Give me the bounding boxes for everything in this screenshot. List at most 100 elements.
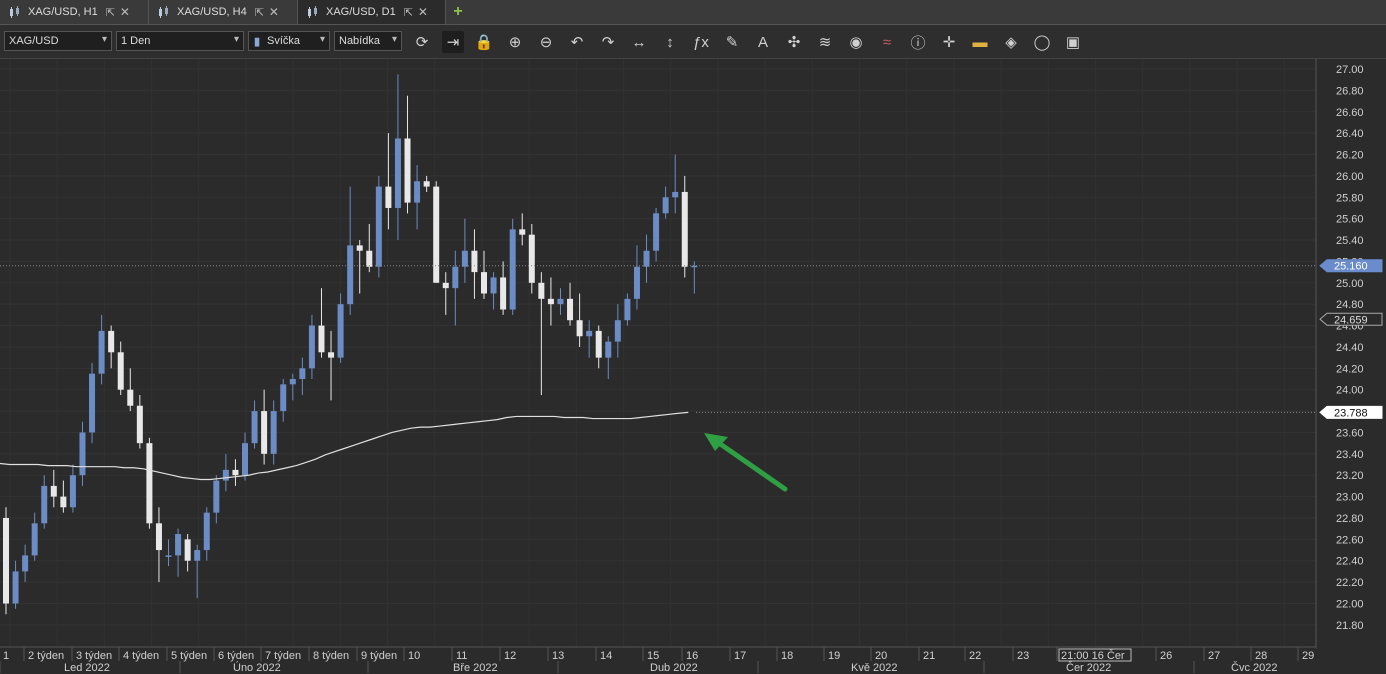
- candle[interactable]: [509, 218, 516, 315]
- candle-body: [98, 330, 105, 374]
- candle-body: [356, 245, 363, 251]
- time-tick-label: 16: [686, 650, 698, 662]
- price-label-blue: 25.160: [1319, 259, 1383, 273]
- time-tick-label: 4 týden: [123, 650, 159, 662]
- tab-label: XAG/USD, H1: [28, 6, 98, 18]
- chart-tab[interactable]: XAG/USD, H1 ⇱ ✕: [0, 0, 149, 24]
- eye-icon[interactable]: ◉: [845, 31, 867, 53]
- price-tick-label: 25.80: [1336, 192, 1364, 204]
- lock-icon[interactable]: 🔒: [473, 31, 495, 53]
- candle[interactable]: [146, 437, 153, 529]
- price-tick-label: 26.00: [1336, 171, 1364, 183]
- time-tick-label: 3 týden: [76, 650, 112, 662]
- close-icon[interactable]: ✕: [269, 5, 279, 19]
- chart-tab[interactable]: XAG/USD, D1 ⇱ ✕: [298, 0, 446, 24]
- detach-icon[interactable]: ⇱: [255, 6, 264, 19]
- time-tick-label: 17: [734, 650, 746, 662]
- candle-body: [404, 138, 411, 203]
- chart-tab[interactable]: XAG/USD, H4 ⇱ ✕: [149, 0, 298, 24]
- candle-body: [576, 320, 583, 337]
- detach-icon[interactable]: ⇱: [106, 6, 115, 19]
- month-label: Bře 2022: [453, 662, 498, 674]
- time-tick-label: 5 týden: [171, 650, 207, 662]
- period-value: 1 Den: [121, 35, 151, 47]
- candle-body: [318, 325, 325, 353]
- time-tick-label: 14: [600, 650, 612, 662]
- candle[interactable]: [3, 507, 9, 615]
- symbol-value: XAG/USD: [9, 35, 59, 47]
- layers-icon[interactable]: ≋: [814, 31, 836, 53]
- candle-body: [633, 266, 640, 299]
- candle-body: [31, 523, 38, 556]
- candle-body: [270, 411, 277, 454]
- time-tick-label: 21: [923, 650, 935, 662]
- candle-body: [184, 539, 191, 561]
- chart-type-select[interactable]: ▮ Svíčka ▾: [248, 31, 330, 51]
- pencil-icon[interactable]: ✎: [721, 31, 743, 53]
- candle-body: [643, 250, 650, 267]
- detach-icon[interactable]: ⇱: [404, 6, 413, 19]
- price-chart[interactable]: 27.00 26.80 26.60 26.40 26.20 26.00 25.80 25.60…: [0, 59, 1386, 674]
- candle-body: [452, 266, 459, 289]
- menu-select[interactable]: Nabídka ▾: [334, 31, 402, 51]
- add-tab-icon[interactable]: +: [446, 0, 470, 24]
- undo-icon[interactable]: ↶: [566, 31, 588, 53]
- symbol-select[interactable]: XAG/USD ▾: [4, 31, 112, 51]
- price-tick-label: 23.40: [1336, 449, 1364, 461]
- candle-body: [519, 229, 526, 235]
- period-select[interactable]: 1 Den ▾: [116, 31, 244, 51]
- candle-body: [251, 411, 258, 444]
- tab-list: XAG/USD, H1 ⇱ ✕ XAG/USD, H4 ⇱ ✕ XAG/USD, D1 ⇱ ✕: [0, 0, 446, 24]
- candle-body: [242, 443, 248, 476]
- candle-body: [117, 352, 124, 390]
- indicators-icon[interactable]: ƒx: [690, 31, 712, 53]
- candle-body: [127, 389, 134, 406]
- text-icon[interactable]: A: [752, 31, 774, 53]
- candle-body: [414, 181, 421, 203]
- candle-body: [442, 282, 449, 289]
- candle-body: [328, 352, 335, 358]
- price-tick-label: 23.20: [1336, 470, 1364, 482]
- chevron-down-icon: ▾: [391, 34, 397, 45]
- chart-type-value: Svíčka: [267, 35, 301, 47]
- price-tick-label: 26.40: [1336, 128, 1364, 140]
- horizontal-scale-icon[interactable]: ↔: [628, 31, 650, 53]
- candle-body: [60, 496, 67, 508]
- close-icon[interactable]: ✕: [418, 5, 428, 19]
- chevron-down-icon: ▾: [101, 34, 107, 45]
- colors-icon[interactable]: ▬: [969, 31, 991, 53]
- candle[interactable]: [433, 181, 440, 283]
- refresh-icon[interactable]: ⟳: [411, 31, 433, 53]
- zoom-in-icon[interactable]: ⊕: [504, 31, 526, 53]
- candle-body: [586, 330, 593, 337]
- chevron-down-icon: ▾: [319, 34, 325, 45]
- objects-icon[interactable]: ✣: [783, 31, 805, 53]
- candle[interactable]: [375, 175, 382, 278]
- candle-body: [222, 469, 229, 481]
- candle-body: [108, 330, 115, 353]
- candle-body: [528, 234, 535, 283]
- info-icon[interactable]: ⓘ: [907, 31, 929, 53]
- candle-body: [41, 485, 48, 524]
- crosshair-icon[interactable]: ✛: [938, 31, 960, 53]
- circle-icon[interactable]: ◯: [1031, 31, 1053, 53]
- candle-body: [79, 432, 86, 476]
- candle-body: [280, 384, 287, 412]
- candle[interactable]: [89, 362, 96, 444]
- time-tick-label: 15: [647, 650, 659, 662]
- chart-tab-bar: XAG/USD, H1 ⇱ ✕ XAG/USD, H4 ⇱ ✕ XAG/USD, D1 ⇱ ✕ …: [0, 0, 1386, 25]
- time-tick-label: 6 týden: [218, 650, 254, 662]
- chart-toolbar: XAG/USD ▾ 1 Den ▾ ▮ Svíčka ▾ Nabídka ▾ ⟳ ⇥ 🔒 ⊕ ⊖ ↶…: [0, 25, 1386, 59]
- price-tick-label: 25.60: [1336, 214, 1364, 226]
- candle-body: [232, 469, 239, 476]
- fill-icon[interactable]: ◈: [1000, 31, 1022, 53]
- redo-icon[interactable]: ↷: [597, 31, 619, 53]
- close-icon[interactable]: ✕: [120, 5, 130, 19]
- save-icon[interactable]: ▣: [1062, 31, 1084, 53]
- candle-body: [557, 298, 564, 305]
- signals-icon[interactable]: ≈: [876, 31, 898, 53]
- autoscroll-icon[interactable]: ⇥: [442, 31, 464, 53]
- vertical-scale-icon[interactable]: ↕: [659, 31, 681, 53]
- candle-body: [433, 186, 440, 283]
- zoom-out-icon[interactable]: ⊖: [535, 31, 557, 53]
